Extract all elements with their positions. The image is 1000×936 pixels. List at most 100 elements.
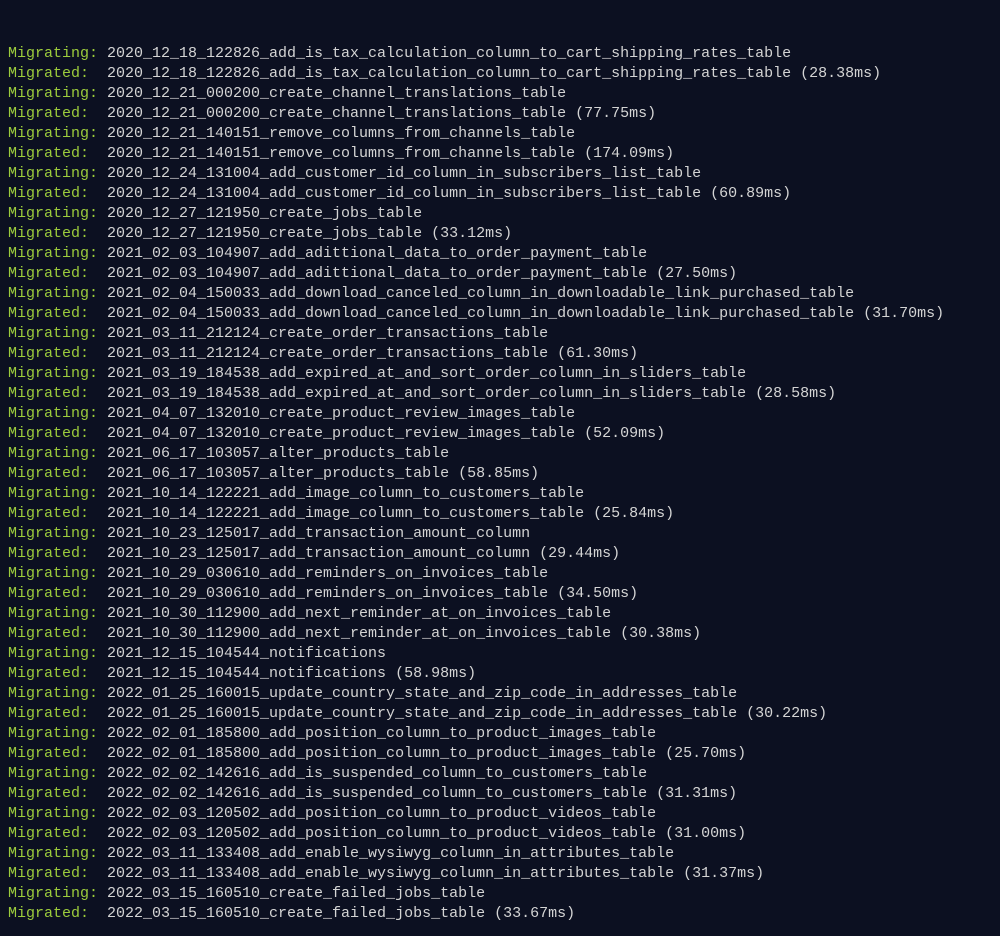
migration-status: Migrated:: [8, 464, 98, 484]
migration-text: 2021_03_19_184538_add_expired_at_and_sor…: [98, 364, 746, 384]
output-line: Migrating:2020_12_21_000200_create_chann…: [8, 84, 992, 104]
migration-text: 2021_02_04_150033_add_download_canceled_…: [98, 284, 854, 304]
output-line: Migrating:2020_12_27_121950_create_jobs_…: [8, 204, 992, 224]
output-line: Migrating:2021_10_29_030610_add_reminder…: [8, 564, 992, 584]
migration-status: Migrating:: [8, 164, 98, 184]
migration-status: Migrated:: [8, 224, 98, 244]
migration-status: Migrating:: [8, 644, 98, 664]
output-line: Migrated: 2021_03_19_184538_add_expired_…: [8, 384, 992, 404]
migration-text: 2021_04_07_132010_create_product_review_…: [98, 424, 665, 444]
migration-text: 2022_02_03_120502_add_position_column_to…: [98, 804, 656, 824]
migration-text: 2022_02_03_120502_add_position_column_to…: [98, 824, 746, 844]
output-line: Migrating:2022_03_15_160510_create_faile…: [8, 884, 992, 904]
migration-status: Migrating:: [8, 244, 98, 264]
migration-text: 2021_02_03_104907_add_adittional_data_to…: [98, 244, 647, 264]
output-line: Migrated: 2020_12_21_000200_create_chann…: [8, 104, 992, 124]
migration-text: 2021_12_15_104544_notifications (58.98ms…: [98, 664, 476, 684]
output-line: Migrated: 2022_01_25_160015_update_count…: [8, 704, 992, 724]
migration-text: 2020_12_21_000200_create_channel_transla…: [98, 104, 656, 124]
migration-text: 2022_03_15_160510_create_failed_jobs_tab…: [98, 904, 575, 924]
migration-status: Migrated:: [8, 504, 98, 524]
output-line: Migrated: 2021_10_30_112900_add_next_rem…: [8, 624, 992, 644]
migration-status: Migrating:: [8, 484, 98, 504]
migration-text: 2021_03_11_212124_create_order_transacti…: [98, 344, 638, 364]
migration-text: 2021_10_30_112900_add_next_reminder_at_o…: [98, 624, 701, 644]
migration-status: Migrating:: [8, 84, 98, 104]
migration-status: Migrated:: [8, 864, 98, 884]
migration-status: Migrating:: [8, 724, 98, 744]
migration-status: Migrated:: [8, 904, 98, 924]
migration-status: Migrating:: [8, 804, 98, 824]
migration-text: 2022_03_11_133408_add_enable_wysiwyg_col…: [98, 864, 764, 884]
output-line: Migrated: 2020_12_24_131004_add_customer…: [8, 184, 992, 204]
output-line: Migrated: 2020_12_21_140151_remove_colum…: [8, 144, 992, 164]
migration-text: 2022_02_02_142616_add_is_suspended_colum…: [98, 784, 737, 804]
output-line: Migrated: 2022_02_01_185800_add_position…: [8, 744, 992, 764]
migration-status: Migrated:: [8, 784, 98, 804]
output-line: Migrated: 2022_03_15_160510_create_faile…: [8, 904, 992, 924]
migration-status: Migrating:: [8, 444, 98, 464]
output-line: Migrated: 2021_10_14_122221_add_image_co…: [8, 504, 992, 524]
output-line: Migrated: 2022_02_03_120502_add_position…: [8, 824, 992, 844]
migration-status: Migrated:: [8, 264, 98, 284]
migration-status: Migrated:: [8, 584, 98, 604]
migration-text: 2021_10_14_122221_add_image_column_to_cu…: [98, 484, 584, 504]
migration-text: 2021_02_03_104907_add_adittional_data_to…: [98, 264, 737, 284]
migration-text: 2021_10_14_122221_add_image_column_to_cu…: [98, 504, 674, 524]
migration-text: 2020_12_27_121950_create_jobs_table (33.…: [98, 224, 512, 244]
migration-status: Migrated:: [8, 824, 98, 844]
output-line: Migrated: 2021_10_23_125017_add_transact…: [8, 544, 992, 564]
output-line: Migrating:2022_01_25_160015_update_count…: [8, 684, 992, 704]
migration-text: 2020_12_27_121950_create_jobs_table: [98, 204, 422, 224]
migration-status: Migrating:: [8, 564, 98, 584]
output-line: Migrating:2021_04_07_132010_create_produ…: [8, 404, 992, 424]
migration-text: 2021_04_07_132010_create_product_review_…: [98, 404, 575, 424]
migration-text: 2021_10_29_030610_add_reminders_on_invoi…: [98, 564, 548, 584]
migration-text: 2021_02_04_150033_add_download_canceled_…: [98, 304, 944, 324]
migration-status: Migrated:: [8, 544, 98, 564]
migration-text: 2022_03_15_160510_create_failed_jobs_tab…: [98, 884, 485, 904]
migration-status: Migrating:: [8, 884, 98, 904]
output-line: Migrating:2021_10_30_112900_add_next_rem…: [8, 604, 992, 624]
migration-status: Migrating:: [8, 404, 98, 424]
migration-status: Migrating:: [8, 324, 98, 344]
migration-status: Migrated:: [8, 384, 98, 404]
migration-text: 2020_12_24_131004_add_customer_id_column…: [98, 184, 791, 204]
output-line: Migrating:2021_02_04_150033_add_download…: [8, 284, 992, 304]
output-line: Migrated: 2021_06_17_103057_alter_produc…: [8, 464, 992, 484]
migration-text: 2020_12_24_131004_add_customer_id_column…: [98, 164, 701, 184]
migration-status: Migrated:: [8, 704, 98, 724]
migration-text: 2021_10_23_125017_add_transaction_amount…: [98, 544, 620, 564]
output-line: Migrated: 2022_03_11_133408_add_enable_w…: [8, 864, 992, 884]
output-line: Migrated: 2021_10_29_030610_add_reminder…: [8, 584, 992, 604]
output-line: Migrated: 2021_02_03_104907_add_adittion…: [8, 264, 992, 284]
output-line: Migrating:2021_10_23_125017_add_transact…: [8, 524, 992, 544]
output-line: Migrating:2021_02_03_104907_add_adittion…: [8, 244, 992, 264]
migration-text: 2020_12_21_140151_remove_columns_from_ch…: [98, 144, 674, 164]
migration-text: 2020_12_21_140151_remove_columns_from_ch…: [98, 124, 575, 144]
output-line: Migrated: 2021_03_11_212124_create_order…: [8, 344, 992, 364]
migration-text: 2021_12_15_104544_notifications: [98, 644, 386, 664]
output-line: Migrated: 2021_04_07_132010_create_produ…: [8, 424, 992, 444]
migration-status: Migrated:: [8, 64, 98, 84]
migration-status: Migrating:: [8, 844, 98, 864]
output-line: Migrating:2020_12_21_140151_remove_colum…: [8, 124, 992, 144]
migration-text: 2021_03_11_212124_create_order_transacti…: [98, 324, 548, 344]
output-line: Migrated: 2022_02_02_142616_add_is_suspe…: [8, 784, 992, 804]
migration-status: Migrated:: [8, 744, 98, 764]
migration-status: Migrating:: [8, 764, 98, 784]
terminal-output[interactable]: Migrating:2020_12_18_122826_add_is_tax_c…: [0, 0, 1000, 936]
migration-status: Migrating:: [8, 684, 98, 704]
migration-text: 2022_01_25_160015_update_country_state_a…: [98, 704, 827, 724]
output-line: Migrating:2022_02_01_185800_add_position…: [8, 724, 992, 744]
migration-status: Migrating:: [8, 364, 98, 384]
migration-text: 2021_06_17_103057_alter_products_table (…: [98, 464, 539, 484]
migration-status: Migrated:: [8, 424, 98, 444]
migration-status: Migrated:: [8, 664, 98, 684]
output-line: Migrating:2021_06_17_103057_alter_produc…: [8, 444, 992, 464]
migration-text: 2021_03_19_184538_add_expired_at_and_sor…: [98, 384, 836, 404]
output-line: Migrated: 2020_12_18_122826_add_is_tax_c…: [8, 64, 992, 84]
migration-text: 2022_02_02_142616_add_is_suspended_colum…: [98, 764, 647, 784]
output-line: Migrating:2020_12_24_131004_add_customer…: [8, 164, 992, 184]
migration-status: Migrated:: [8, 184, 98, 204]
